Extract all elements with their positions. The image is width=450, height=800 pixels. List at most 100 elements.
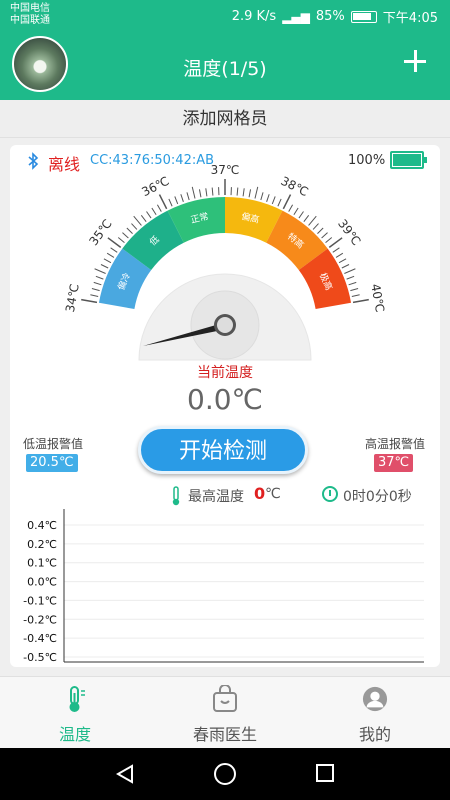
high-alarm-label: 高温报警值 <box>365 437 426 451</box>
clock: 下午4:05 <box>382 11 438 26</box>
plus-icon[interactable] <box>402 48 428 74</box>
battery-level: 85% <box>315 9 345 24</box>
bag-icon <box>213 685 237 712</box>
gauge-tick <box>186 192 190 201</box>
gauge-tick <box>131 223 138 230</box>
y-tick-label: -0.4℃ <box>23 632 57 645</box>
gauge-tick <box>325 237 333 243</box>
temperature-chart: 0.4℃ 0.2℃ 0.1℃ 0.0℃ -0.1℃ -0.2℃ -0.4℃ -0.5℃ <box>23 509 424 664</box>
gauge-tick <box>266 194 270 202</box>
back-icon[interactable] <box>114 763 136 785</box>
network-speed: 2.9 K/s <box>231 9 277 24</box>
gauge-scale-label: 39℃ <box>335 217 363 248</box>
device-battery-icon <box>390 151 427 169</box>
y-tick-label: 0.2℃ <box>27 538 57 551</box>
gauge-tick <box>332 247 340 253</box>
gauge-tick <box>317 227 324 234</box>
bluetooth-icon <box>26 152 40 170</box>
add-grid-member-button[interactable]: 添加网格员 <box>0 100 450 138</box>
start-detection-button[interactable]: 开始检测 <box>138 426 308 474</box>
gauge-tick <box>91 288 100 292</box>
profile-icon <box>362 686 388 712</box>
gauge-tick <box>271 196 276 205</box>
current-temp-value: 0.0℃ <box>187 383 263 416</box>
gauge-tick <box>308 215 317 226</box>
nav-chunyu-doctor[interactable]: 春雨医生 <box>150 677 300 749</box>
gauge-tick <box>180 194 184 202</box>
gauge-tick <box>211 187 214 196</box>
elapsed-time: 0时0分0秒 <box>343 489 412 505</box>
y-tick-labels: 0.4℃ 0.2℃ 0.1℃ 0.0℃ -0.1℃ -0.2℃ -0.4℃ -0.5℃ <box>23 519 57 664</box>
thermometer-icon <box>69 686 85 712</box>
gauge-scale-label: 38℃ <box>279 174 311 199</box>
signal-icon: ▂▄▆ <box>282 9 310 24</box>
carrier-1: 中国电信 <box>10 3 50 14</box>
carrier-info: 中国电信 中国联通 <box>10 3 50 27</box>
high-alarm-value[interactable]: 37℃ <box>374 454 414 472</box>
gauge-tick <box>90 294 99 297</box>
gauge-tick <box>298 211 304 219</box>
gauge-tick <box>95 275 104 280</box>
recent-apps-icon[interactable] <box>316 764 334 782</box>
gauge-tick <box>248 189 252 198</box>
gauge-tick <box>140 214 147 222</box>
gauge-tick <box>321 232 328 239</box>
max-temp-value: 0 <box>254 484 266 503</box>
carrier-2: 中国联通 <box>10 15 50 26</box>
gauge-tick <box>312 223 319 230</box>
temperature-gauge: 偏冷低正常 偏高特高极高 34℃35℃36℃37℃38℃39℃40℃ <box>65 165 385 361</box>
gauge-tick <box>341 264 350 269</box>
status-right: 2.9 K/s ▂▄▆ 85% 下午4:05 <box>232 7 438 26</box>
y-tick-label: 0.0℃ <box>27 576 57 589</box>
battery-status-icon <box>350 10 377 23</box>
max-temp-unit: ℃ <box>265 486 281 502</box>
gauge-tick <box>344 268 356 274</box>
gauge-tick <box>242 188 245 197</box>
gauge-tick <box>168 198 173 207</box>
max-temp-label: 最高温度 <box>188 489 244 505</box>
nav-mine[interactable]: 我的 <box>300 677 450 749</box>
y-tick-label: -0.1℃ <box>23 594 57 607</box>
low-alarm-value[interactable]: 20.5℃ <box>26 454 78 472</box>
gauge-scale-label: 37℃ <box>211 165 240 177</box>
current-temp-label: 当前温度 <box>197 365 253 381</box>
app-header: 温度(1/5) <box>0 32 450 100</box>
bottom-navigation: 温度 春雨医生 我的 <box>0 676 450 748</box>
chart-grid <box>64 524 424 658</box>
gauge-tick <box>191 186 196 199</box>
gauge-tick <box>335 252 344 258</box>
gauge-tick <box>205 188 208 197</box>
gauge-tick <box>146 211 152 219</box>
gauge-tick <box>350 288 359 292</box>
low-alarm-label: 低温报警值 <box>23 437 84 451</box>
gauge-tick <box>254 186 259 199</box>
gauge-tick <box>100 264 109 269</box>
device-card: 离线 CC:43:76:50:42:AB 100% 偏冷低正常 偏高 特高 极高 34… <box>10 145 440 667</box>
gauge-tick <box>106 252 115 258</box>
gauge-tick <box>282 194 292 210</box>
gauge-tick <box>126 227 133 234</box>
gauge-scale-label: 40℃ <box>368 283 385 314</box>
gauge-tick <box>277 198 282 207</box>
gauge-tick <box>81 298 98 304</box>
gauge-tick <box>351 294 360 297</box>
thermometer-icon <box>172 486 180 506</box>
gauge-tick <box>260 192 264 201</box>
system-navigation-bar <box>0 748 450 800</box>
home-icon[interactable] <box>214 763 236 785</box>
gauge-tick <box>117 237 125 243</box>
nav-temperature[interactable]: 温度 <box>0 677 150 749</box>
nav-label: 温度 <box>58 725 91 744</box>
gauge-tick <box>198 189 202 198</box>
gauge-tick <box>94 268 106 274</box>
gauge-tick <box>303 214 310 222</box>
gauge-tick <box>156 204 162 212</box>
gauge-tick <box>236 187 239 196</box>
status-bar: 中国电信 中国联通 2.9 K/s ▂▄▆ 85% 下午4:05 <box>0 0 450 32</box>
gauge-tick <box>103 258 112 264</box>
gauge-tick <box>151 207 157 216</box>
clock-icon <box>322 486 338 502</box>
gauge-tick <box>133 215 142 226</box>
y-tick-label: 0.1℃ <box>27 557 57 570</box>
gauge-tick <box>352 298 369 304</box>
